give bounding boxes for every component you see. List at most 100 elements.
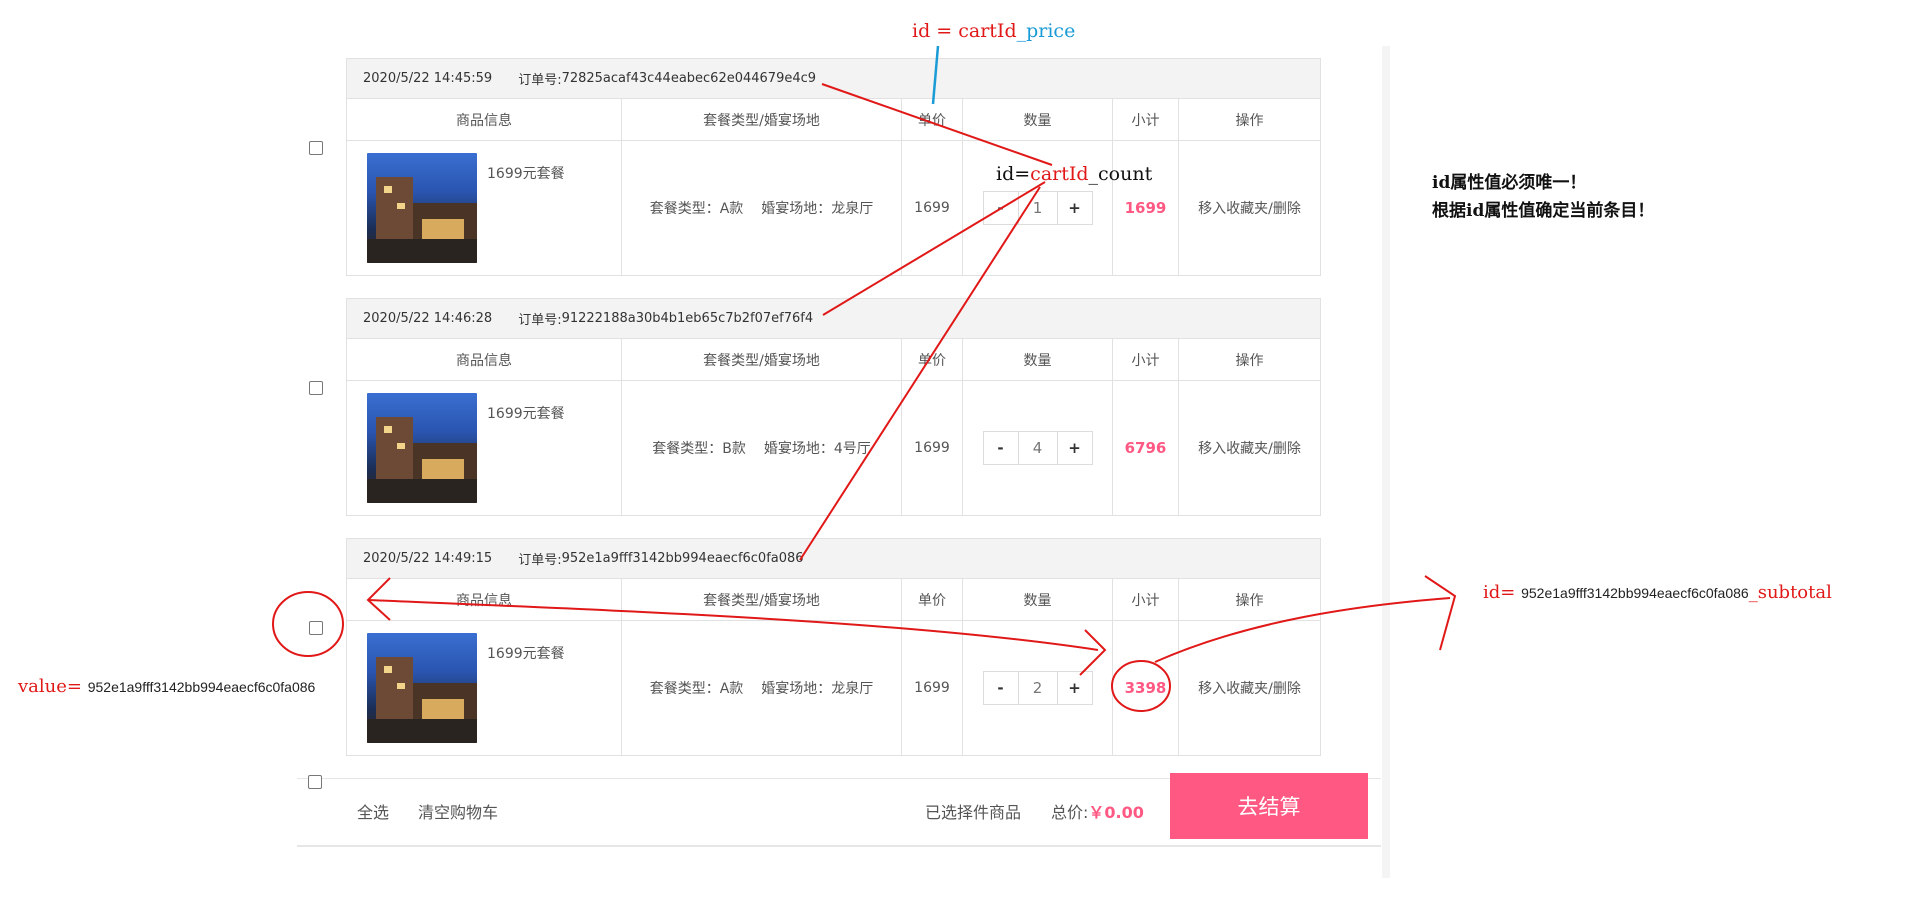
order-header: 2020/5/22 14:49:15 订单号: 952e1a9fff3142bb…: [346, 538, 1321, 579]
quantity-input[interactable]: 4: [1017, 432, 1058, 464]
package-type: 套餐类型：B款: [652, 441, 746, 457]
order-header: 2020/5/22 14:45:59 订单号: 72825acaf43c44ea…: [346, 58, 1321, 99]
select-all-link[interactable]: 全选: [357, 799, 389, 823]
subtotal-id-annotation: id= 952e1a9fff3142bb994eaecf6c0fa086_sub…: [1483, 582, 1832, 603]
decrease-button[interactable]: -: [983, 432, 1018, 464]
quantity-stepper: - 2 +: [982, 671, 1093, 705]
order-checkbox-3[interactable]: [309, 621, 323, 635]
price-id-prefix: id =: [912, 20, 959, 42]
package-cell: 套餐类型：A款 婚宴场地：龙泉厅: [622, 621, 902, 755]
table-row: 1699元套餐 套餐类型：A款 婚宴场地：龙泉厅 1699 - 2 + 3398…: [346, 621, 1321, 756]
product-cell: 1699元套餐: [347, 141, 622, 275]
move-delete-link[interactable]: 移入收藏夹/删除: [1179, 381, 1320, 515]
subtotal-id-value: 952e1a9fff3142bb994eaecf6c0fa086: [1521, 585, 1749, 601]
order-checkbox-2[interactable]: [309, 381, 323, 395]
count-id-annotation: id=cartId_count: [996, 163, 1152, 185]
product-image[interactable]: [367, 153, 477, 263]
unit-price: 1699: [902, 141, 963, 275]
order-block: 2020/5/22 14:45:59 订单号: 72825acaf43c44ea…: [346, 58, 1321, 276]
right-arrowhead: [1424, 575, 1457, 651]
unit-price: 1699: [902, 621, 963, 755]
checkout-button[interactable]: 去结算: [1170, 773, 1368, 839]
footer-bottom-border: [297, 845, 1381, 847]
order-number: 952e1a9fff3142bb994eaecf6c0fa086: [561, 551, 804, 566]
price-id-blue: _price: [1016, 20, 1076, 42]
venue: 婚宴场地：龙泉厅: [761, 201, 874, 217]
product-name[interactable]: 1699元套餐: [487, 163, 565, 183]
col-product: 商品信息: [347, 579, 622, 620]
package-cell: 套餐类型：B款 婚宴场地：4号厅: [622, 381, 902, 515]
count-id-suffix: _count: [1088, 163, 1153, 185]
price-id-red: cartId: [958, 20, 1017, 42]
order-checkbox-1[interactable]: [309, 141, 323, 155]
count-id-red: cartId: [1030, 163, 1089, 185]
col-subtotal: 小计: [1113, 339, 1179, 380]
value-annotation: value= 952e1a9fff3142bb994eaecf6c0fa086: [18, 676, 315, 697]
right-divider: [1382, 46, 1390, 878]
checkbox-circle: [272, 591, 344, 657]
quantity-input[interactable]: 1: [1017, 192, 1058, 224]
venue: 婚宴场地：龙泉厅: [761, 681, 874, 697]
total-amount: ￥0.00: [1088, 803, 1144, 822]
col-product: 商品信息: [347, 339, 622, 380]
order-time: 2020/5/22 14:45:59: [363, 71, 493, 86]
order-number-label: 订单号:: [518, 553, 562, 568]
quantity-stepper: - 1 +: [982, 191, 1093, 225]
product-name[interactable]: 1699元套餐: [487, 403, 565, 423]
increase-button[interactable]: +: [1057, 192, 1092, 224]
order-number-label: 订单号:: [518, 313, 562, 328]
value-prefix: value=: [18, 676, 82, 697]
selected-count: 已选择件商品: [925, 803, 1022, 822]
increase-button[interactable]: +: [1057, 432, 1092, 464]
package-type: 套餐类型：A款: [649, 201, 744, 217]
column-header-row: 商品信息 套餐类型/婚宴场地 单价 数量 小计 操作: [346, 99, 1321, 141]
column-header-row: 商品信息 套餐类型/婚宴场地 单价 数量 小计 操作: [346, 579, 1321, 621]
increase-button[interactable]: +: [1057, 672, 1092, 704]
quantity-cell: - 2 +: [963, 621, 1113, 755]
quantity-stepper: - 4 +: [982, 431, 1093, 465]
product-cell: 1699元套餐: [347, 381, 622, 515]
col-action: 操作: [1235, 592, 1264, 609]
column-header-row: 商品信息 套餐类型/婚宴场地 单价 数量 小计 操作: [346, 339, 1321, 381]
subtotal: 1699: [1113, 141, 1179, 275]
move-delete-link[interactable]: 移入收藏夹/删除: [1179, 141, 1320, 275]
total-price: 总价:￥0.00: [1051, 799, 1144, 823]
venue: 婚宴场地：4号厅: [763, 441, 871, 457]
quantity-cell: - 1 +: [963, 141, 1113, 275]
move-delete-link[interactable]: 移入收藏夹/删除: [1179, 621, 1320, 755]
value-value: 952e1a9fff3142bb994eaecf6c0fa086: [87, 679, 316, 695]
col-quantity: 数量: [963, 339, 1113, 380]
order-number: 72825acaf43c44eabec62e044679e4c9: [561, 71, 817, 86]
col-product: 商品信息: [347, 99, 622, 140]
product-image[interactable]: [367, 393, 477, 503]
product-cell: 1699元套餐: [347, 621, 622, 755]
select-all-checkbox[interactable]: [308, 775, 322, 789]
order-time: 2020/5/22 14:46:28: [363, 311, 493, 326]
product-image[interactable]: [367, 633, 477, 743]
count-id-prefix: id=: [996, 163, 1031, 185]
clear-cart-link[interactable]: 清空购物车: [418, 799, 498, 823]
quantity-cell: - 4 +: [963, 381, 1113, 515]
col-action: 操作: [1235, 112, 1264, 129]
subtotal-id-suffix: _subtotal: [1748, 582, 1832, 603]
col-package: 套餐类型/婚宴场地: [622, 339, 902, 380]
decrease-button[interactable]: -: [983, 192, 1018, 224]
quantity-input[interactable]: 2: [1017, 672, 1058, 704]
col-package: 套餐类型/婚宴场地: [622, 579, 902, 620]
total-label: 总价:: [1051, 803, 1089, 822]
col-price: 单价: [902, 99, 963, 140]
note-line-1: id属性值必须唯一！: [1432, 173, 1587, 193]
note-line-2: 根据id属性值确定当前条目！: [1432, 201, 1655, 221]
package-cell: 套餐类型：A款 婚宴场地：龙泉厅: [622, 141, 902, 275]
decrease-button[interactable]: -: [983, 672, 1018, 704]
order-number: 91222188a30b4b1eb65c7b2f07ef76f4: [561, 311, 814, 326]
product-name[interactable]: 1699元套餐: [487, 643, 565, 663]
col-price: 单价: [902, 579, 963, 620]
table-row: 1699元套餐 套餐类型：B款 婚宴场地：4号厅 1699 - 4 + 6796…: [346, 381, 1321, 516]
col-subtotal: 小计: [1113, 99, 1179, 140]
package-type: 套餐类型：A款: [649, 681, 744, 697]
col-package: 套餐类型/婚宴场地: [622, 99, 902, 140]
price-id-annotation: id = cartId_price: [912, 20, 1075, 42]
order-time: 2020/5/22 14:49:15: [363, 551, 493, 566]
order-header: 2020/5/22 14:46:28 订单号: 91222188a30b4b1e…: [346, 298, 1321, 339]
